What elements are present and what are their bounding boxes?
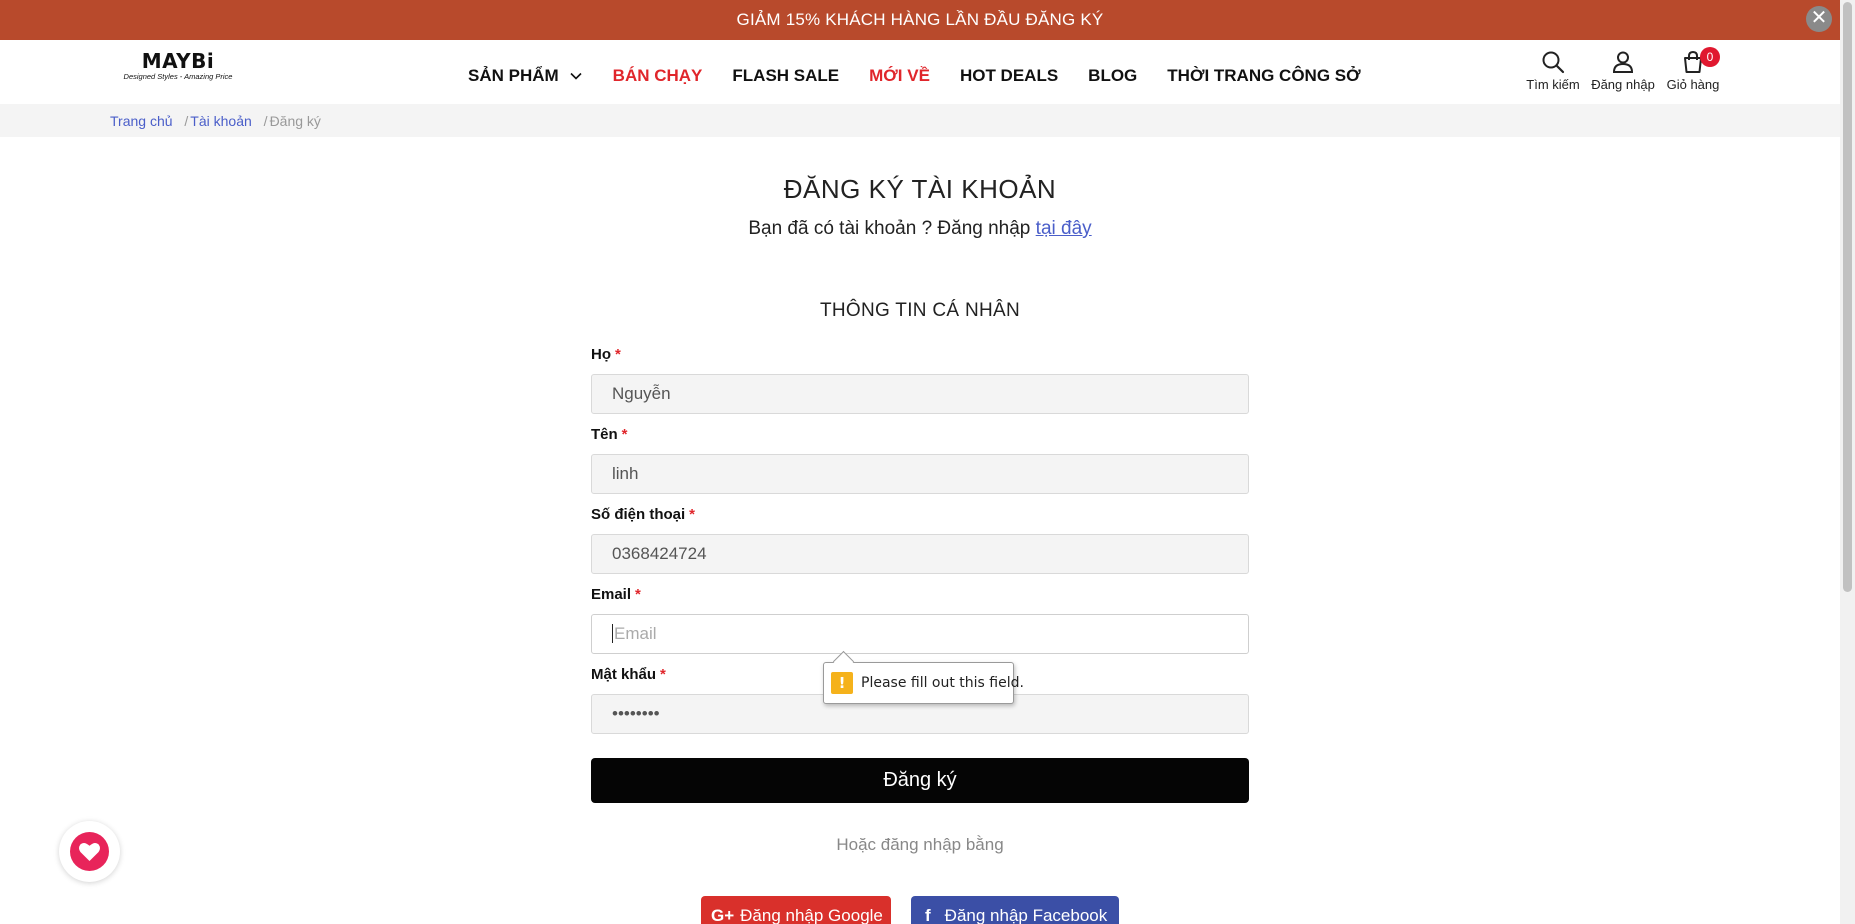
chevron-down-icon <box>570 72 582 80</box>
nav-item-san-pham[interactable]: SẢN PHẨM <box>468 66 583 86</box>
logo-name: MAYBi <box>141 49 215 73</box>
promo-text: GIẢM 15% KHÁCH HÀNG LẦN ĐẦU ĐĂNG KÝ <box>736 10 1104 29</box>
promo-close-button[interactable]: ✕ <box>1806 6 1832 32</box>
first-name-label: Tên * <box>591 426 628 443</box>
promo-bar: GIẢM 15% KHÁCH HÀNG LẦN ĐẦU ĐĂNG KÝ <box>0 0 1840 40</box>
facebook-login-button[interactable]: f Đăng nhập Facebook <box>911 896 1119 924</box>
required-mark: * <box>615 346 621 363</box>
breadcrumb-home[interactable]: Trang chủ <box>110 113 173 129</box>
facebook-login-label: Đăng nhập Facebook <box>944 906 1108 924</box>
main-nav: SẢN PHẨM BÁN CHẠY FLASH SALE MỚI VỀ HOT … <box>468 64 1391 88</box>
first-name-input[interactable]: linh <box>591 454 1249 494</box>
required-mark: * <box>635 586 641 603</box>
nav-item-moi-ve[interactable]: MỚI VỀ <box>869 66 930 86</box>
required-mark: * <box>621 426 628 443</box>
required-mark: * <box>660 666 666 683</box>
user-icon <box>1612 51 1634 73</box>
search-button[interactable]: Tìm kiếm <box>1518 48 1588 92</box>
login-prompt-text: Bạn đã có tài khoản ? Đăng nhập <box>748 218 1036 239</box>
nav-item-blog[interactable]: BLOG <box>1088 66 1137 86</box>
breadcrumb-bar: Trang chủ / Tài khoản / Đăng ký <box>0 104 1840 137</box>
google-login-button[interactable]: G+ Đăng nhập Google <box>701 896 891 924</box>
validation-tooltip: ! Please fill out this field. <box>823 662 1024 704</box>
email-placeholder: Email <box>614 624 657 643</box>
search-icon <box>1542 51 1565 74</box>
last-name-value: Nguyễn <box>612 384 671 403</box>
site-header: MAYBi Designed Styles - Amazing Price SẢ… <box>0 40 1840 104</box>
logo[interactable]: MAYBi Designed Styles - Amazing Price <box>116 50 240 86</box>
breadcrumb: Trang chủ / Tài khoản / Đăng ký <box>110 113 321 129</box>
breadcrumb-current: Đăng ký <box>269 113 321 129</box>
last-name-input[interactable]: Nguyễn <box>591 374 1249 414</box>
password-label: Mật khẩu * <box>591 666 666 683</box>
text-caret <box>612 624 613 644</box>
logo-tagline: Designed Styles - Amazing Price <box>123 72 233 81</box>
nav-item-hot-deals[interactable]: HOT DEALS <box>960 66 1058 86</box>
nav-item-flash-sale[interactable]: FLASH SALE <box>732 66 839 86</box>
first-name-value: linh <box>612 464 639 483</box>
phone-input[interactable]: 0368424724 <box>591 534 1249 574</box>
nav-item-ban-chay[interactable]: BÁN CHẠY <box>613 66 703 86</box>
page-scrollbar[interactable] <box>1840 0 1855 924</box>
warning-icon: ! <box>831 672 853 694</box>
google-login-label: Đăng nhập Google <box>740 906 883 924</box>
login-here-link[interactable]: tại đây <box>1036 218 1092 239</box>
nav-item-thoi-trang-cong-so[interactable]: THỜI TRANG CÔNG SỞ <box>1167 66 1360 86</box>
section-title-personal-info: THÔNG TIN CÁ NHÂN <box>819 300 1021 321</box>
cart-button[interactable]: Giỏ hàng 0 <box>1658 47 1728 92</box>
phone-value: 0368424724 <box>612 544 707 563</box>
phone-label: Số điện thoại * <box>591 506 696 523</box>
cart-count-badge: 0 <box>1700 47 1720 67</box>
search-label: Tìm kiếm <box>1526 77 1580 92</box>
password-value: •••••••• <box>612 704 660 723</box>
login-prompt: Bạn đã có tài khoản ? Đăng nhập tại đây <box>0 218 1840 240</box>
breadcrumb-account[interactable]: Tài khoản <box>190 113 251 129</box>
page-title: ĐĂNG KÝ TÀI KHOẢN <box>783 174 1057 204</box>
nav-label: SẢN PHẨM <box>468 66 559 85</box>
login-button[interactable]: Đăng nhập <box>1588 48 1658 92</box>
login-label: Đăng nhập <box>1591 77 1655 92</box>
breadcrumb-separator: / <box>263 113 268 129</box>
last-name-label: Họ * <box>591 346 621 363</box>
social-login-prompt: Hoặc đăng nhập bằng <box>836 835 1004 854</box>
breadcrumb-separator: / <box>184 113 189 129</box>
register-button[interactable]: Đăng ký <box>591 758 1249 803</box>
email-label: Email * <box>591 586 641 603</box>
facebook-icon: f <box>925 906 931 924</box>
google-plus-icon: G+ <box>711 906 735 924</box>
header-actions: Tìm kiếm Đăng nhập Giỏ hàng 0 <box>1518 47 1728 92</box>
wishlist-button[interactable] <box>59 821 120 882</box>
email-input[interactable]: Email <box>591 614 1249 654</box>
required-mark: * <box>689 506 696 523</box>
wishlist-badge <box>70 832 109 871</box>
heart-icon <box>79 842 100 862</box>
validation-message: Please fill out this field. <box>861 675 1024 691</box>
cart-label: Giỏ hàng <box>1666 77 1720 92</box>
scrollbar-thumb[interactable] <box>1843 2 1852 592</box>
